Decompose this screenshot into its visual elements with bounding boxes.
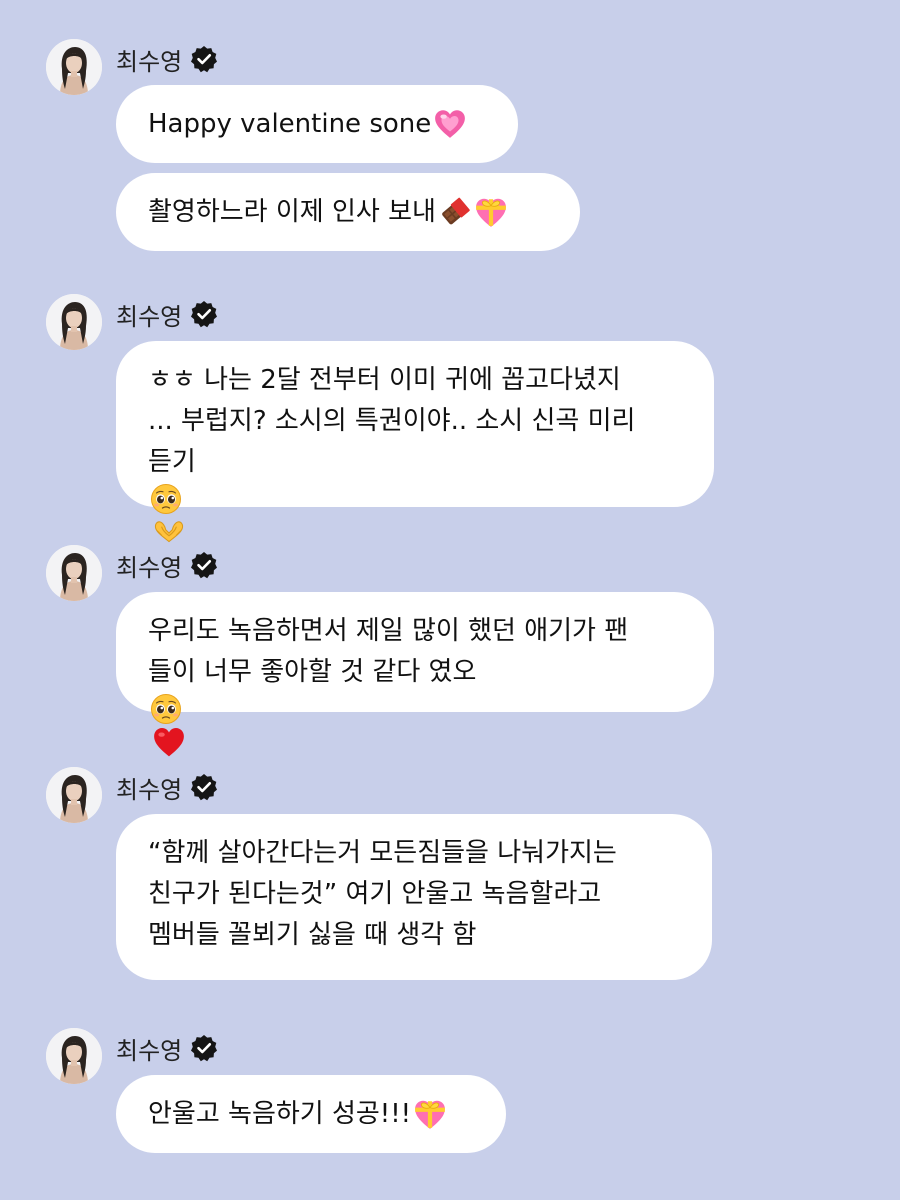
sender-row: 최수영 <box>116 43 218 76</box>
red-heart-icon <box>152 725 628 759</box>
heart-hands-icon <box>152 515 635 549</box>
avatar[interactable] <box>46 39 102 95</box>
message-line: 들이 너무 좋아할 것 같다 였오 <box>148 652 628 759</box>
avatar[interactable] <box>46 767 102 823</box>
avatar[interactable] <box>46 294 102 350</box>
verified-badge-icon <box>190 1034 218 1062</box>
message-line: 듣기 <box>148 442 635 549</box>
message-bubble[interactable]: 촬영하느라 이제 인사 보내 <box>116 173 580 251</box>
sender-name: 최수영 <box>116 1036 183 1065</box>
sender-row: 최수영 <box>116 771 218 804</box>
message-bubble[interactable]: ㅎㅎ 나는 2달 전부터 이미 귀에 꼽고다녔지 ... 부럽지? 소시의 특권… <box>116 341 714 507</box>
sender-name: 최수영 <box>116 775 183 804</box>
message-line-text: 들이 너무 좋아할 것 같다 였오 <box>148 657 477 687</box>
gift-heart-icon <box>474 195 508 229</box>
message-bubble[interactable]: “함께 살아간다는거 모든짐들을 나눠가지는 친구가 된다는것” 여기 안울고 … <box>116 814 712 980</box>
verified-badge-icon <box>190 773 218 801</box>
message-bubble[interactable]: Happy valentine sone <box>116 85 518 163</box>
message-text: 촬영하느라 이제 인사 보내 <box>148 196 436 227</box>
message-text: “함께 살아간다는거 모든짐들을 나눠가지는 친구가 된다는것” 여기 안울고 … <box>148 833 617 956</box>
message-line: “함께 살아간다는거 모든짐들을 나눠가지는 <box>148 838 617 868</box>
pleading-face-icon <box>150 693 628 725</box>
verified-badge-icon <box>190 45 218 73</box>
heart-icon <box>433 107 467 141</box>
message-bubble[interactable]: 우리도 녹음하면서 제일 많이 했던 애기가 팬 들이 너무 좋아할 것 같다 … <box>116 592 714 712</box>
chocolate-icon <box>438 195 472 229</box>
message-bubble[interactable]: 안울고 녹음하기 성공!!! <box>116 1075 506 1153</box>
verified-badge-icon <box>190 300 218 328</box>
message-line: ㅎㅎ 나는 2달 전부터 이미 귀에 꼽고다녔지 <box>148 365 621 395</box>
message-line: 우리도 녹음하면서 제일 많이 했던 애기가 팬 <box>148 616 629 646</box>
message-line: ... 부럽지? 소시의 특권이야.. 소시 신곡 미리 <box>148 406 636 436</box>
verified-badge-icon <box>190 551 218 579</box>
message-text: 안울고 녹음하기 성공!!! <box>148 1098 412 1129</box>
message-text: Happy valentine sone <box>148 108 432 139</box>
message-line: 친구가 된다는것” 여기 안울고 녹음할라고 <box>148 879 602 909</box>
message-line: 멤버들 꼴뵈기 싫을 때 생각 함 <box>148 920 477 950</box>
avatar[interactable] <box>46 545 102 601</box>
sender-name: 최수영 <box>116 553 183 582</box>
sender-row: 최수영 <box>116 549 218 582</box>
pleading-face-icon <box>150 483 635 515</box>
sender-name: 최수영 <box>116 47 183 76</box>
message-text: ㅎㅎ 나는 2달 전부터 이미 귀에 꼽고다녔지 ... 부럽지? 소시의 특권… <box>148 360 635 549</box>
message-line-text: 듣기 <box>148 447 196 477</box>
sender-row: 최수영 <box>116 298 218 331</box>
gift-heart-icon <box>413 1097 447 1131</box>
sender-name: 최수영 <box>116 302 183 331</box>
message-text: 우리도 녹음하면서 제일 많이 했던 애기가 팬 들이 너무 좋아할 것 같다 … <box>148 611 628 759</box>
sender-row: 최수영 <box>116 1032 218 1065</box>
avatar[interactable] <box>46 1028 102 1084</box>
